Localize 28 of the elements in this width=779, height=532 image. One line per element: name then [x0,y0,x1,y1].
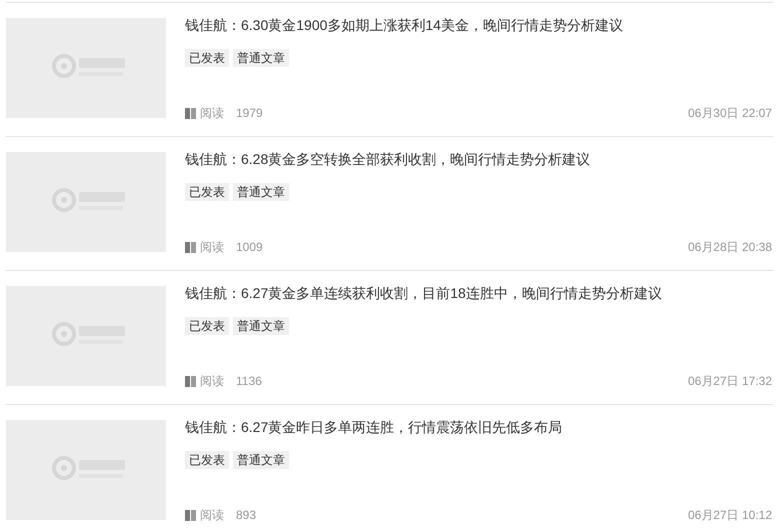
article-title[interactable]: 钱佳航：6.30黄金1900多如期上涨获利14美金，晚间行情走势分析建议 [185,17,773,33]
publish-date: 06月27日 10:12 [688,507,772,524]
book-icon [185,108,196,118]
read-label: 阅读 [200,239,224,256]
book-icon [185,242,196,252]
article-title[interactable]: 钱佳航：6.28黄金多空转换全部获利收割，晚间行情走势分析建议 [185,151,773,167]
publish-date: 06月28日 20:38 [688,239,772,256]
status-tag: 已发表 [185,317,229,335]
status-tag: 已发表 [185,451,229,469]
publish-date: 06月30日 22:07 [688,105,772,122]
status-tag: 普通文章 [233,183,289,201]
read-count: 1979 [236,105,263,122]
status-tag: 普通文章 [233,317,289,335]
article-title[interactable]: 钱佳航：6.27黄金昨日多单两连胜，行情震荡依旧先低多布局 [185,419,773,435]
read-label: 阅读 [200,373,224,390]
read-label: 阅读 [200,507,224,524]
read-count: 1009 [236,239,263,256]
status-tag: 已发表 [185,49,229,67]
read-count: 893 [236,507,256,524]
status-tag: 普通文章 [233,49,289,67]
publish-date: 06月27日 17:32 [688,373,772,390]
article-title[interactable]: 钱佳航：6.27黄金多单连续获利收割，目前18连胜中，晚间行情走势分析建议 [185,285,773,301]
status-tag: 已发表 [185,183,229,201]
book-icon [185,510,196,520]
status-tag: 普通文章 [233,451,289,469]
read-count: 1136 [236,373,262,390]
read-label: 阅读 [200,105,224,122]
book-icon [185,376,196,386]
